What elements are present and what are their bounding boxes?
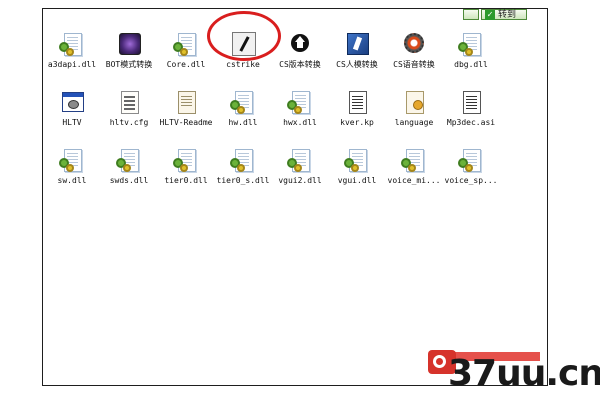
dll-icon bbox=[287, 147, 313, 173]
dll-icon bbox=[287, 89, 313, 115]
file-label: voice_sp... bbox=[444, 176, 498, 185]
file-item-tier0-s[interactable]: tier0_s.dll bbox=[214, 147, 272, 186]
file-label: kver.kp bbox=[340, 118, 374, 127]
dll-icon bbox=[401, 147, 427, 173]
dll-icon bbox=[116, 147, 142, 173]
highlight-circle bbox=[207, 11, 281, 61]
file-item-swds[interactable]: swds.dll bbox=[100, 147, 158, 186]
asi-file-icon bbox=[458, 89, 484, 115]
file-label: HLTV-Readme bbox=[159, 118, 213, 127]
file-label: tier0.dll bbox=[164, 176, 208, 185]
config-icon bbox=[116, 89, 142, 115]
file-item-hltv-cfg[interactable]: hltv.cfg bbox=[100, 89, 158, 128]
file-item-sw[interactable]: sw.dll bbox=[43, 147, 101, 186]
file-label: Mp3dec.asi bbox=[446, 118, 496, 127]
file-item-hltv[interactable]: HLTV bbox=[43, 89, 101, 128]
file-label: BOT模式转换 bbox=[105, 60, 153, 69]
file-label: hltv.cfg bbox=[109, 118, 149, 127]
file-item-cs-voice[interactable]: CS语音转换 bbox=[385, 31, 443, 70]
app-icon bbox=[344, 31, 370, 57]
file-label: hwx.dll bbox=[283, 118, 317, 127]
file-label: vgui2.dll bbox=[278, 176, 322, 185]
file-item-voice-sp[interactable]: voice_sp... bbox=[442, 147, 500, 186]
file-item-bot[interactable]: BOT模式转换 bbox=[100, 31, 158, 70]
file-item-vgui2[interactable]: vgui2.dll bbox=[271, 147, 329, 186]
file-item-tier0[interactable]: tier0.dll bbox=[157, 147, 215, 186]
file-label: a3dapi.dll bbox=[47, 60, 97, 69]
go-button-label: 转到 bbox=[498, 10, 517, 20]
dll-icon bbox=[458, 31, 484, 57]
file-label: voice_mi... bbox=[387, 176, 441, 185]
dll-icon bbox=[344, 147, 370, 173]
language-file-icon bbox=[401, 89, 427, 115]
file-label: vgui.dll bbox=[337, 176, 377, 185]
file-item-a3dapi[interactable]: a3dapi.dll bbox=[43, 31, 101, 70]
dll-icon bbox=[59, 31, 85, 57]
dll-icon bbox=[59, 147, 85, 173]
file-label: HLTV bbox=[62, 118, 82, 127]
kp-file-icon bbox=[344, 89, 370, 115]
go-button[interactable]: ✓ 转到 bbox=[481, 9, 527, 20]
file-item-dbg[interactable]: dbg.dll bbox=[442, 31, 500, 70]
readme-icon bbox=[173, 89, 199, 115]
site-watermark: 37uu.cn bbox=[448, 353, 600, 394]
file-label: CS人模转换 bbox=[336, 60, 378, 69]
file-item-hwx[interactable]: hwx.dll bbox=[271, 89, 329, 128]
dll-icon bbox=[230, 89, 256, 115]
file-item-vgui[interactable]: vgui.dll bbox=[328, 147, 386, 186]
file-label: tier0_s.dll bbox=[216, 176, 270, 185]
file-label: swds.dll bbox=[109, 176, 149, 185]
file-item-hltv-readme[interactable]: HLTV-Readme bbox=[157, 89, 215, 128]
file-item-hw[interactable]: hw.dll bbox=[214, 89, 272, 128]
file-label: language bbox=[394, 118, 434, 127]
dll-icon bbox=[458, 147, 484, 173]
app-window-icon bbox=[59, 89, 85, 115]
home-icon bbox=[287, 31, 313, 57]
file-label: hw.dll bbox=[228, 118, 258, 127]
file-item-mp3dec[interactable]: Mp3dec.asi bbox=[442, 89, 500, 128]
file-label: cstrike bbox=[226, 60, 260, 69]
file-label: dbg.dll bbox=[454, 60, 488, 69]
dll-icon bbox=[230, 147, 256, 173]
file-browser-window: ✓ 转到 a3dapi.dll BOT模式转换 Core.dll cstrike… bbox=[42, 8, 548, 386]
dll-icon bbox=[173, 147, 199, 173]
gear-icon bbox=[401, 31, 427, 57]
app-icon bbox=[116, 31, 142, 57]
file-item-language[interactable]: language bbox=[385, 89, 443, 128]
address-dropdown[interactable] bbox=[463, 9, 479, 20]
check-icon: ✓ bbox=[485, 10, 495, 20]
file-label: Core.dll bbox=[166, 60, 206, 69]
file-item-voice-mi[interactable]: voice_mi... bbox=[385, 147, 443, 186]
file-item-cs-model[interactable]: CS人模转换 bbox=[328, 31, 386, 70]
dll-icon bbox=[173, 31, 199, 57]
file-label: sw.dll bbox=[57, 176, 87, 185]
file-label: CS语音转换 bbox=[393, 60, 435, 69]
file-label: CS版本转换 bbox=[279, 60, 321, 69]
file-item-kver[interactable]: kver.kp bbox=[328, 89, 386, 128]
